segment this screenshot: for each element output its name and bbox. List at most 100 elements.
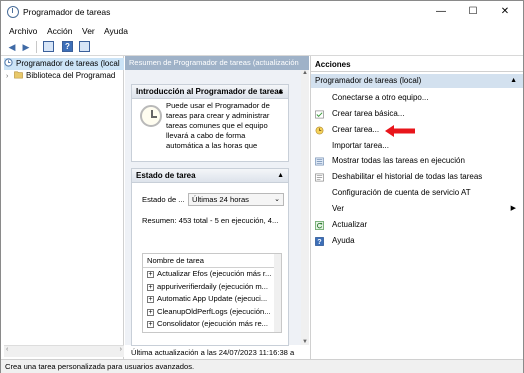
scheduler-clock-icon	[140, 105, 162, 127]
menu-ver[interactable]: Ver	[82, 26, 95, 36]
action-at-service-account[interactable]: Configuración de cuenta de servicio AT	[311, 186, 523, 200]
tree-item-library[interactable]: › Biblioteca del Programad	[4, 70, 124, 82]
close-button[interactable]: ✕	[489, 1, 521, 23]
tree-item-label: Biblioteca del Programad	[26, 71, 116, 80]
action-label: Crear tarea básica...	[332, 109, 405, 118]
help-icon: ?	[315, 237, 324, 246]
action-refresh[interactable]: Actualizar	[311, 218, 523, 232]
menu-archivo[interactable]: Archivo	[9, 26, 37, 36]
action-label: Conectarse a otro equipo...	[332, 93, 429, 102]
expand-icon[interactable]: +	[147, 271, 154, 278]
list-item[interactable]: + CleanupOldPerfLogs (ejecución...	[143, 306, 281, 319]
submenu-arrow-icon: ▶	[510, 205, 516, 212]
action-label: Ver	[332, 204, 345, 213]
status-bar: Crea una tarea personalizada para usuari…	[1, 359, 523, 373]
red-arrow-annotation-icon	[385, 125, 415, 137]
actions-group-title: Programador de tareas (local)	[315, 76, 422, 85]
actions-group-header[interactable]: Programador de tareas (local) ▲	[311, 74, 523, 88]
expand-icon[interactable]: +	[147, 296, 154, 303]
intro-section: Introducción al Programador de tareas ▲ …	[131, 84, 289, 162]
task-list-scrollbar[interactable]	[274, 254, 281, 332]
minimize-button[interactable]: —	[425, 1, 457, 23]
clock-icon	[4, 58, 13, 67]
list-item[interactable]: + Automatic App Update (ejecuci...	[143, 293, 281, 306]
action-label: Importar tarea...	[332, 141, 389, 150]
folder-icon	[14, 71, 23, 79]
scroll-down-icon[interactable]: ▼	[302, 339, 308, 345]
tree-item-local[interactable]: Programador de tareas (local	[4, 58, 124, 70]
status-period-select[interactable]: Últimas 24 horas ⌄	[188, 193, 284, 206]
history-icon	[315, 173, 324, 182]
title-bar: Programador de tareas — ☐ ✕	[1, 1, 523, 23]
running-tasks-icon	[315, 157, 324, 166]
list-item[interactable]: + Consolidator (ejecución más re...	[143, 318, 281, 331]
actions-pane: Acciones Programador de tareas (local) ▲…	[310, 56, 523, 359]
action-label: Configuración de cuenta de servicio AT	[332, 188, 471, 197]
task-list: Nombre de tarea + Actualizar Efos (ejecuc…	[142, 253, 282, 333]
create-task-icon	[315, 126, 324, 135]
scroll-left-icon[interactable]: ‹	[6, 346, 8, 353]
last-refresh-text: Última actualización a las 24/07/2023 11…	[131, 348, 295, 357]
toolbar: ◀ ▶ ?	[1, 39, 523, 56]
help-icon[interactable]: ?	[62, 41, 73, 52]
show-hide-tree-icon[interactable]	[43, 41, 54, 52]
status-period-value: Últimas 24 horas	[192, 195, 249, 204]
chevron-down-icon: ⌄	[274, 196, 280, 203]
create-basic-task-icon	[315, 110, 324, 119]
task-list-header[interactable]: Nombre de tarea	[143, 254, 281, 268]
list-item[interactable]: + appuriverifierdaily (ejecución m...	[143, 281, 281, 294]
intro-section-title: Introducción al Programador de tareas	[136, 87, 284, 96]
refresh-icon	[315, 221, 324, 230]
intro-text: Puede usar el Programador de tareas para…	[166, 101, 270, 149]
action-create-task[interactable]: Crear tarea...	[311, 123, 523, 137]
summary-header: Resumen de Programador de tareas (actual…	[125, 56, 309, 70]
action-label: Ayuda	[332, 236, 355, 245]
task-name: Automatic App Update (ejecuci...	[157, 294, 268, 303]
tree-horizontal-scrollbar[interactable]: ‹ ›	[4, 345, 124, 357]
list-item[interactable]: + Actualizar Efos (ejecución más r...	[143, 268, 281, 281]
collapse-icon[interactable]: ▲	[510, 74, 517, 88]
task-status-section: Estado de tarea ▲ Estado de ... Últimas …	[131, 168, 289, 346]
action-show-running[interactable]: Mostrar todas las tareas en ejecución	[311, 154, 523, 168]
task-scheduler-icon	[7, 6, 19, 18]
action-label: Mostrar todas las tareas en ejecución	[332, 156, 465, 165]
status-filter-label: Estado de ...	[142, 195, 185, 204]
expand-icon[interactable]: +	[147, 321, 154, 328]
action-import-task[interactable]: Importar tarea...	[311, 139, 523, 153]
action-label: Deshabilitar el historial de todas las t…	[332, 172, 483, 181]
task-name: Consolidator (ejecución más re...	[157, 319, 269, 328]
summary-scrollbar[interactable]: ▲ ▼	[301, 70, 309, 345]
action-create-basic-task[interactable]: Crear tarea básica...	[311, 107, 523, 121]
task-status-header[interactable]: Estado de tarea ▲	[132, 169, 288, 183]
status-summary: Resumen: 453 total - 5 en ejecución, 4..…	[142, 216, 279, 225]
action-disable-history[interactable]: Deshabilitar el historial de todas las t…	[311, 170, 523, 184]
show-hide-actions-icon[interactable]	[79, 41, 90, 52]
navigation-tree: Programador de tareas (local › Biblioteca…	[4, 56, 124, 359]
menu-accion[interactable]: Acción	[47, 26, 73, 36]
actions-title: Acciones	[311, 58, 523, 72]
maximize-button[interactable]: ☐	[457, 1, 489, 23]
svg-text:?: ?	[317, 237, 321, 246]
action-help[interactable]: ? Ayuda	[311, 234, 523, 248]
action-label: Crear tarea...	[332, 125, 380, 134]
back-button[interactable]: ◀	[7, 41, 17, 53]
menu-ayuda[interactable]: Ayuda	[104, 26, 128, 36]
action-view[interactable]: Ver ▶	[311, 202, 523, 216]
action-connect[interactable]: Conectarse a otro equipo...	[311, 91, 523, 105]
task-status-title: Estado de tarea	[136, 171, 196, 180]
expand-icon[interactable]: +	[147, 283, 154, 291]
summary-body: Introducción al Programador de tareas ▲ …	[125, 70, 301, 357]
collapse-icon[interactable]: ▲	[277, 169, 284, 182]
forward-button[interactable]: ▶	[21, 41, 31, 53]
toolbar-separator	[36, 41, 37, 53]
collapse-icon[interactable]: ▲	[277, 85, 284, 98]
scroll-up-icon[interactable]: ▲	[302, 70, 308, 76]
summary-pane: Resumen de Programador de tareas (actual…	[125, 56, 309, 359]
expand-icon[interactable]: +	[147, 308, 154, 316]
action-label: Actualizar	[332, 220, 368, 229]
scroll-right-icon[interactable]: ›	[120, 346, 122, 353]
window-title: Programador de tareas	[23, 7, 111, 17]
task-name: appuriverifierdaily (ejecución m...	[157, 281, 268, 291]
intro-section-header[interactable]: Introducción al Programador de tareas ▲	[132, 85, 288, 99]
expand-chevron-icon[interactable]: ›	[6, 71, 14, 82]
